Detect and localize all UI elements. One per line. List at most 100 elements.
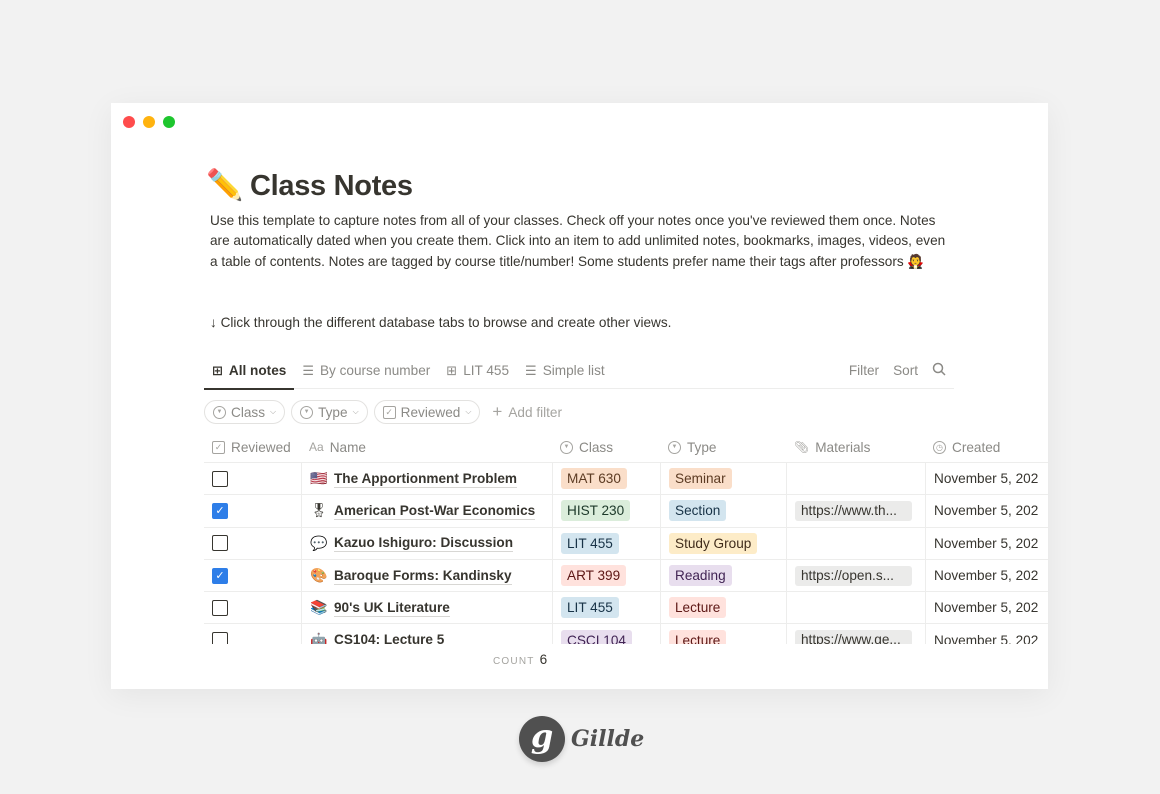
chevron-down-icon: ⌵	[465, 407, 472, 416]
created-date: November 5, 202	[934, 568, 1039, 584]
table-row[interactable]: ✓ 🎨 Baroque Forms: Kandinsky ART 399 Reading…	[204, 559, 1048, 593]
filter-bar: ▼ Class ⌵ ▼ Type ⌵ ✓ Reviewed ⌵ + Add fi…	[204, 400, 562, 424]
class-cell[interactable]: LIT 455	[552, 527, 660, 559]
paperclip-icon: 📎︎	[794, 440, 810, 454]
row-title[interactable]: The Apportionment Problem	[334, 470, 518, 488]
page-title[interactable]: Class Notes	[250, 170, 413, 203]
name-cell[interactable]: 🇺🇸 The Apportionment Problem	[301, 463, 552, 495]
database-table: ✓ Reviewed Aa Name ▼ Class ▼ Type 📎︎ Mat…	[204, 432, 1048, 644]
column-header-materials[interactable]: 📎︎ Materials	[786, 432, 925, 462]
filter-button[interactable]: Filter	[849, 363, 879, 378]
page-emoji-icon: 💬	[310, 534, 328, 551]
class-cell[interactable]: LIT 455	[552, 592, 660, 624]
type-cell[interactable]: Section	[660, 495, 786, 527]
materials-cell[interactable]: https://open.s...	[786, 559, 925, 592]
tab-lit-455[interactable]: ⊞ LIT 455	[438, 353, 517, 389]
materials-cell[interactable]	[786, 463, 925, 495]
type-tag: Reading	[669, 565, 732, 587]
pencil-icon[interactable]: ✏️	[206, 166, 250, 206]
filter-chip-reviewed[interactable]: ✓ Reviewed ⌵	[373, 400, 481, 424]
type-cell[interactable]: Lecture	[660, 592, 786, 624]
materials-cell[interactable]: https://www.th...	[786, 495, 925, 527]
created-cell: November 5, 202	[925, 559, 1048, 592]
created-date: November 5, 202	[934, 600, 1039, 616]
chevron-down-icon: ⌵	[270, 407, 277, 416]
class-tag: LIT 455	[561, 532, 619, 554]
materials-link[interactable]: https://open.s...	[795, 565, 912, 586]
reviewed-checkbox[interactable]	[212, 599, 228, 616]
tab-by-course-number[interactable]: ☰ By course number	[294, 353, 438, 389]
page-emoji-icon: 🎖	[310, 502, 328, 519]
reviewed-checkbox[interactable]	[212, 632, 228, 644]
sort-button[interactable]: Sort	[893, 363, 918, 378]
column-header-name[interactable]: Aa Name	[301, 432, 552, 462]
row-title[interactable]: Kazuo Ishiguro: Discussion	[334, 534, 514, 553]
close-window-button[interactable]	[123, 116, 135, 128]
type-cell[interactable]: Lecture	[660, 624, 786, 644]
column-header-reviewed[interactable]: ✓ Reviewed	[204, 432, 301, 462]
add-filter-button[interactable]: + Add filter	[492, 402, 562, 422]
filter-chip-type[interactable]: ▼ Type ⌵	[291, 400, 368, 424]
tab-label: Simple list	[542, 363, 605, 378]
reviewed-checkbox[interactable]	[212, 535, 228, 552]
plus-icon: +	[492, 402, 503, 421]
type-cell[interactable]: Reading	[660, 559, 786, 592]
table-row[interactable]: ✓ 🎖 American Post-War Economics HIST 230 Sec…	[204, 495, 1048, 528]
page-header: ✏️ Class Notes	[206, 166, 413, 206]
filter-chip-class[interactable]: ▼ Class ⌵	[204, 400, 286, 424]
materials-cell[interactable]	[786, 592, 925, 624]
view-tabs: ⊞ All notes ☰ By course number ⊞ LIT 455…	[204, 353, 954, 390]
reviewed-checkbox[interactable]	[212, 470, 228, 487]
name-cell[interactable]: 📚 90's UK Literature	[301, 592, 552, 624]
class-cell[interactable]: CSCI 104	[552, 624, 660, 644]
row-title[interactable]: Baroque Forms: Kandinsky	[334, 567, 512, 585]
column-header-class[interactable]: ▼ Class	[552, 432, 660, 462]
created-cell: November 5, 202	[925, 592, 1048, 624]
brand-name: Gillde	[571, 726, 645, 752]
type-tag: Seminar	[669, 468, 732, 490]
table-count: COUNT 6	[493, 652, 547, 667]
minimize-window-button[interactable]	[143, 116, 155, 128]
tab-label: LIT 455	[463, 363, 510, 378]
name-cell[interactable]: 🎨 Baroque Forms: Kandinsky	[301, 559, 552, 592]
page-hint: ↓ Click through the different database t…	[210, 315, 672, 330]
maximize-window-button[interactable]	[163, 116, 175, 128]
reviewed-cell	[204, 592, 301, 623]
table-row[interactable]: 🇺🇸 The Apportionment Problem MAT 630 Semina…	[204, 463, 1048, 496]
name-cell[interactable]: 🎖 American Post-War Economics	[301, 495, 552, 527]
materials-cell[interactable]: https://www.ge...	[786, 624, 925, 644]
column-header-type[interactable]: ▼ Type	[660, 432, 786, 462]
tab-all-notes[interactable]: ⊞ All notes	[204, 353, 295, 390]
window-controls	[123, 116, 175, 128]
table-icon: ⊞	[446, 362, 458, 378]
row-title[interactable]: CS104: Lecture 5	[334, 631, 444, 644]
tab-label: All notes	[228, 363, 287, 378]
checkbox-icon: ✓	[212, 440, 225, 454]
materials-cell[interactable]	[786, 527, 925, 559]
column-header-created[interactable]: ◷ Created	[925, 432, 1048, 462]
materials-link[interactable]: https://www.th...	[795, 500, 912, 521]
type-cell[interactable]: Study Group	[660, 527, 786, 559]
class-cell[interactable]: HIST 230	[552, 495, 660, 527]
type-tag: Lecture	[669, 597, 727, 619]
name-cell[interactable]: 🤖 CS104: Lecture 5	[301, 624, 552, 644]
row-title[interactable]: 90's UK Literature	[334, 599, 450, 617]
class-cell[interactable]: MAT 630	[552, 463, 660, 495]
table-row[interactable]: 🤖 CS104: Lecture 5 CSCI 104 Lecture https://…	[204, 624, 1048, 644]
materials-link[interactable]: https://www.ge...	[795, 630, 912, 644]
reviewed-checkbox[interactable]: ✓	[212, 502, 228, 519]
search-icon[interactable]	[932, 362, 946, 379]
row-title[interactable]: American Post-War Economics	[334, 502, 536, 520]
add-filter-label: Add filter	[508, 404, 563, 420]
name-cell[interactable]: 💬 Kazuo Ishiguro: Discussion	[301, 527, 552, 559]
created-cell: November 5, 202	[925, 624, 1048, 644]
class-cell[interactable]: ART 399	[552, 559, 660, 592]
table-row[interactable]: 💬 Kazuo Ishiguro: Discussion LIT 455 Study …	[204, 527, 1048, 560]
table-icon: ⊞	[212, 362, 223, 378]
reviewed-checkbox[interactable]: ✓	[212, 567, 228, 584]
tab-simple-list[interactable]: ☰ Simple list	[517, 353, 613, 389]
reviewed-cell	[204, 528, 301, 559]
table-row[interactable]: 📚 90's UK Literature LIT 455 Lecture Novembe…	[204, 592, 1048, 625]
type-cell[interactable]: Seminar	[660, 463, 786, 495]
reviewed-cell: ✓	[204, 560, 301, 591]
